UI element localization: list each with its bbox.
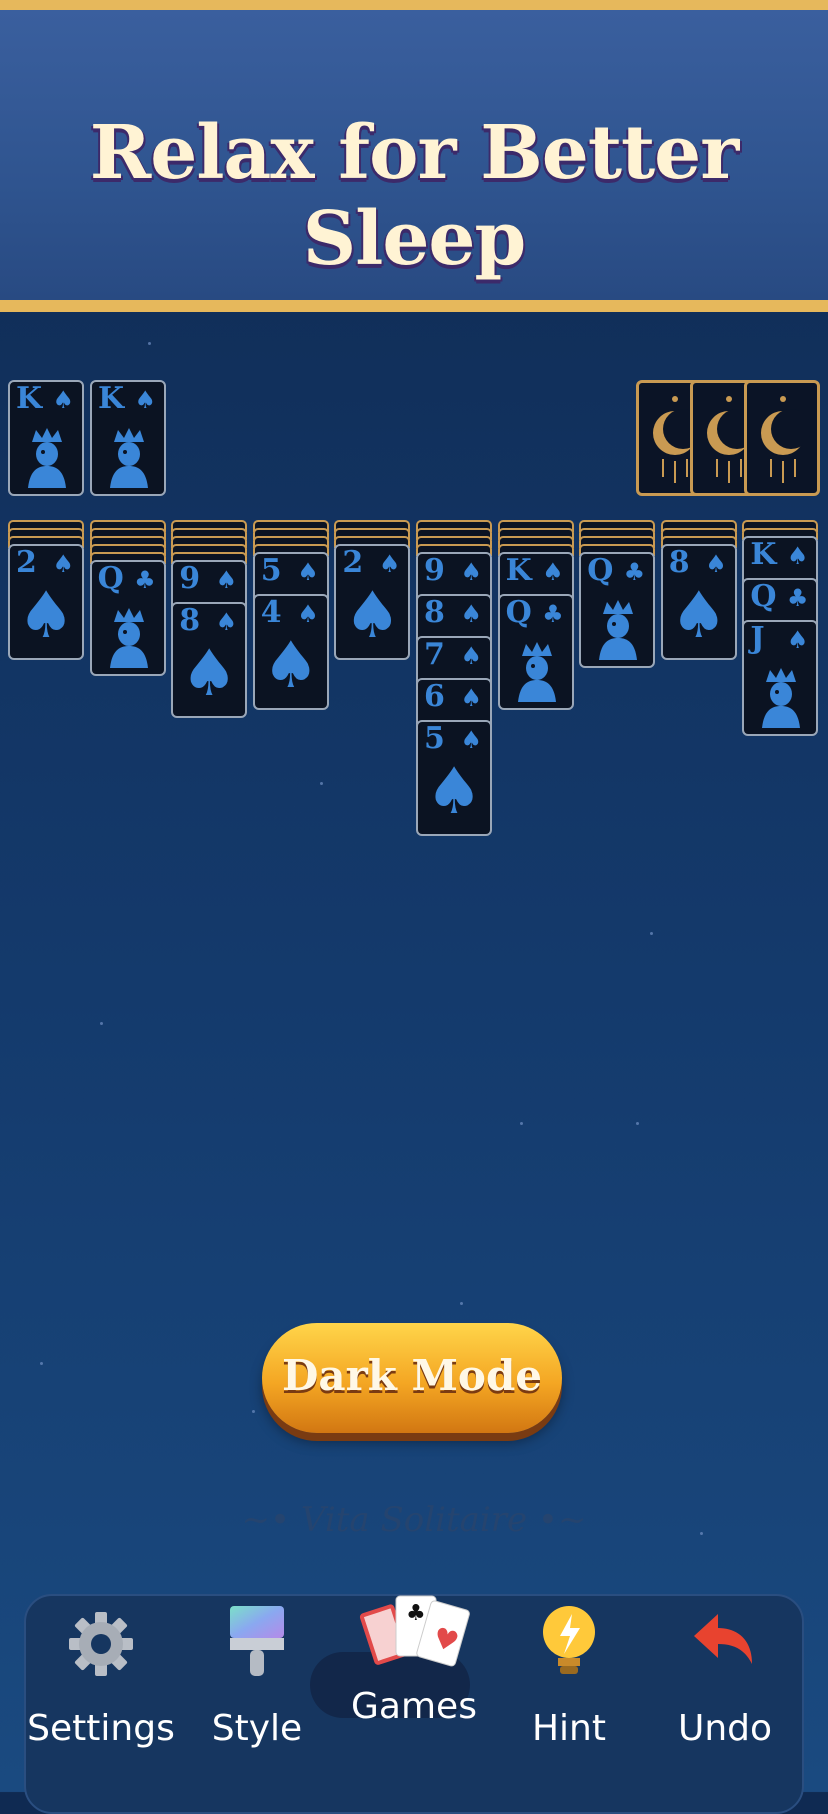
card-rank: K [98, 381, 125, 416]
tableau-card[interactable]: 2 ♠ ♠ [334, 544, 411, 660]
court-figure-icon [110, 428, 148, 488]
svg-text:♣: ♣ [406, 1601, 426, 1626]
card-rank: 8 [668, 545, 690, 580]
tableau-card[interactable]: 5 ♠ ♠ [416, 720, 492, 836]
games-button[interactable]: ♣ ♥ Games [339, 1590, 489, 1750]
card-rank: 6 [424, 679, 445, 714]
card-rank: Q [750, 579, 777, 614]
card-center-pip: ♠ [262, 629, 320, 703]
card-rank: K [750, 537, 777, 572]
card-center-pip: ♠ [17, 579, 75, 653]
card-rank: 4 [260, 595, 282, 630]
style-button[interactable]: Style [182, 1604, 332, 1764]
card-rank: 5 [260, 553, 282, 588]
court-figure-icon [599, 600, 638, 660]
games-label: Games [351, 1686, 477, 1727]
undo-button[interactable]: Undo [650, 1604, 800, 1764]
card-suit: ♠ [786, 542, 809, 570]
hint-label: Hint [531, 1708, 606, 1749]
card-rank: Q [587, 553, 614, 588]
moon-icon [761, 396, 811, 483]
card-suit: ♠ [297, 558, 319, 586]
card-suit: ♠ [52, 386, 74, 414]
court-figure-icon [109, 608, 148, 668]
stock-card-back[interactable] [744, 380, 820, 496]
tableau-card[interactable]: J ♠ [742, 620, 819, 736]
card-suit: ♠ [705, 550, 727, 578]
card-suit: ♠ [215, 608, 238, 636]
lightbulb-icon [543, 1606, 595, 1674]
card-center-pip: ♠ [180, 637, 238, 711]
card-rank: 2 [342, 545, 364, 580]
card-suit: ♣ [542, 600, 564, 628]
card-rank: 8 [424, 595, 445, 630]
card-suit: ♠ [542, 558, 564, 586]
card-suit: ♠ [460, 558, 482, 586]
card-rank: 9 [424, 553, 445, 588]
card-rank: Q [97, 561, 124, 596]
paintbrush-icon [230, 1606, 284, 1676]
card-rank: 5 [424, 721, 445, 756]
court-figure-icon [28, 428, 66, 488]
dark-mode-button[interactable]: Dark Mode [262, 1323, 562, 1433]
foundation-card: K ♠ [90, 380, 166, 496]
settings-button[interactable]: Settings [26, 1604, 176, 1764]
card-center-pip: ♠ [425, 755, 483, 829]
card-rank: 2 [16, 545, 37, 580]
settings-label: Settings [27, 1708, 175, 1749]
card-suit: ♠ [134, 386, 156, 414]
card-rank: 7 [424, 637, 445, 672]
promo-banner: Relax for Better Sleep [0, 0, 828, 312]
tableau-card[interactable]: 2 ♠ ♠ [8, 544, 84, 660]
card-suit: ♣ [786, 584, 809, 612]
card-suit: ♣ [623, 558, 646, 586]
card-center-pip: ♠ [343, 579, 402, 653]
card-rank: J [750, 621, 765, 656]
hint-button[interactable]: Hint [494, 1604, 644, 1764]
card-suit: ♠ [460, 684, 482, 712]
card-suit: ♠ [460, 726, 482, 754]
cards-icon: ♣ ♥ [359, 1595, 470, 1667]
card-rank: K [16, 381, 43, 416]
gear-icon [69, 1612, 133, 1676]
card-suit: ♠ [297, 600, 319, 628]
tableau-card[interactable]: Q ♣ [497, 594, 574, 710]
court-figure-icon [762, 668, 801, 728]
card-rank: Q [505, 595, 532, 630]
tableau-card[interactable]: 8 ♠ ♠ [171, 602, 248, 718]
tableau-card[interactable]: Q ♣ [89, 560, 166, 676]
tableau-card[interactable]: 8 ♠ ♠ [660, 544, 737, 660]
undo-arrow-icon [694, 1614, 752, 1664]
app-watermark: ~• Vita Solitaire •~ [241, 1500, 587, 1540]
card-suit: ♣ [134, 566, 156, 594]
card-suit: ♠ [378, 550, 401, 578]
undo-label: Undo [677, 1708, 773, 1749]
card-center-pip: ♠ [670, 579, 728, 653]
card-suit: ♠ [52, 550, 74, 578]
tableau-card[interactable]: Q ♣ [579, 552, 656, 668]
card-rank: 9 [179, 561, 201, 596]
card-suit: ♠ [786, 626, 809, 654]
foundation-card: K ♠ [8, 380, 84, 496]
card-suit: ♠ [460, 600, 482, 628]
card-rank: 8 [179, 603, 201, 638]
style-label: Style [211, 1708, 303, 1749]
card-rank: K [505, 553, 532, 588]
card-suit: ♠ [460, 642, 482, 670]
court-figure-icon [517, 642, 556, 702]
card-suit: ♠ [215, 566, 238, 594]
tableau-card[interactable]: 4 ♠ ♠ [252, 594, 329, 710]
banner-title: Relax for Better Sleep [89, 110, 740, 282]
